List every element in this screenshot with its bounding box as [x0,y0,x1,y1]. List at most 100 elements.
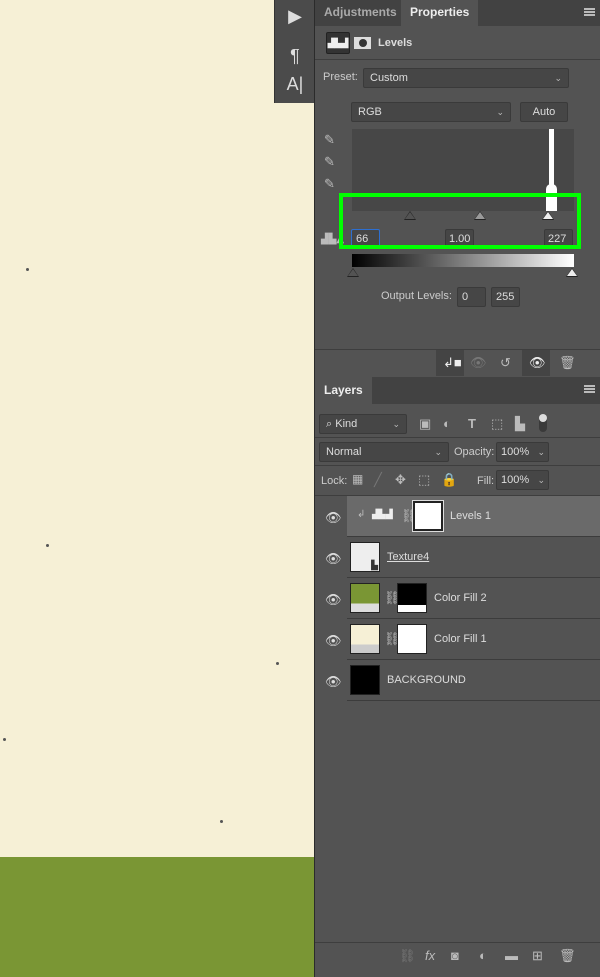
layer-name[interactable]: Levels 1 [450,510,491,522]
chevron-down-icon: ⌄ [434,447,442,457]
new-adjustment-icon[interactable]: ◐ [479,948,487,963]
opacity-field[interactable]: 100% ⌄ [496,442,549,462]
output-black-field[interactable]: 0 [457,287,486,307]
layer-thumbnail [350,624,380,654]
blend-mode-value: Normal [326,446,362,458]
levels-icon[interactable]: ▟▙▟ [326,32,350,54]
layer-thumbnail [350,583,380,613]
layer-mask-thumbnail[interactable] [397,583,427,613]
tab-properties[interactable]: Properties [401,0,479,26]
chevron-down-icon: ⌄ [554,73,562,83]
opacity-label: Opacity: [454,446,495,458]
smart-object-filter-icon[interactable]: ▙ [515,416,525,432]
shape-filter-icon[interactable]: ⬚ [491,416,503,432]
layer-row-color-fill-2[interactable]: ⛓ Color Fill 2 [347,578,600,619]
lock-all-icon[interactable]: 🔒 [441,472,457,488]
black-eyedropper-icon[interactable]: ✎ [324,132,335,148]
layer-mask-thumbnail[interactable] [397,624,427,654]
layers-tabbar: Layers [315,377,600,404]
filter-value: Kind [335,418,358,430]
levels-icon: ▟▙▟ [372,509,393,519]
layer-thumbnail: ▙ [350,542,380,572]
chevron-down-icon: ⌄ [496,107,504,117]
layer-row-levels-1[interactable]: ↲ ▟▙▟ ⛓ Levels 1 [347,496,600,537]
output-levels-label: Output Levels: [381,290,452,302]
channel-dropdown[interactable]: RGB ⌄ [351,102,511,122]
layer-visibility-eye-icon[interactable]: 👁 [325,551,342,567]
auto-button[interactable]: Auto [520,102,568,122]
clip-arrow-icon: ↲ [357,509,366,520]
gray-eyedropper-icon[interactable]: ✎ [324,154,335,170]
lock-transparency-icon[interactable]: ▦ [352,472,363,486]
chevron-down-icon[interactable]: ⌄ [537,471,545,489]
link-layers-icon[interactable]: ⛓ [399,948,416,964]
panel-menu-icon[interactable] [584,8,595,16]
search-icon: ⌕ [326,418,333,430]
layer-row-color-fill-1[interactable]: ⛓ Color Fill 1 [347,619,600,660]
play-icon[interactable]: ▶ [275,6,315,27]
new-layer-icon[interactable]: ⊞ [532,948,543,964]
lock-pixels-icon[interactable]: ╱ [374,472,382,488]
fill-label: Fill: [477,475,495,487]
new-group-icon[interactable]: ▬ [505,948,518,963]
document-canvas[interactable] [0,0,314,977]
output-white-slider[interactable] [566,268,578,277]
eye-icon: 👁 [529,355,546,370]
lock-artboard-icon[interactable]: ⬚ [418,472,430,488]
layer-visibility-eye-icon[interactable]: 👁 [325,510,342,526]
properties-tabbar: Adjustments Properties [315,0,600,26]
image-filter-icon[interactable]: ▣ [419,416,431,432]
tab-adjustments[interactable]: Adjustments [315,0,406,26]
filter-toggle[interactable] [539,414,547,432]
white-eyedropper-icon[interactable]: ✎ [324,176,335,192]
adjustment-title: Levels [378,37,413,49]
blend-mode-dropdown[interactable]: Normal ⌄ [319,442,449,462]
lock-label: Lock: [321,475,348,487]
layer-visibility-eye-icon[interactable]: 👁 [325,592,342,608]
layer-row-texture4[interactable]: ▙ Texture4 [347,537,600,578]
layer-thumbnail [350,665,380,695]
paragraph-icon[interactable]: ¶ [275,46,315,67]
preset-dropdown[interactable]: Custom ⌄ [363,68,569,88]
layer-name[interactable]: BACKGROUND [387,674,466,686]
fill-value: 100% [501,474,530,486]
toggle-visibility-button[interactable]: 👁 [522,350,550,376]
chevron-down-icon[interactable]: ⌄ [537,443,545,461]
clip-icon: ↲■ [443,355,462,370]
panel-menu-icon[interactable] [584,385,595,393]
mask-icon[interactable] [354,37,371,49]
output-gradient [352,254,574,267]
layer-name[interactable]: Color Fill 1 [434,633,487,645]
add-mask-icon[interactable]: ◙ [451,948,459,963]
smart-object-icon: ▙ [371,560,378,570]
layer-name[interactable]: Color Fill 2 [434,592,487,604]
layer-row-background[interactable]: BACKGROUND [347,660,600,701]
highlight-annotation-box [339,193,581,249]
clip-to-layer-button[interactable]: ↲■ [436,350,464,376]
right-panel: Adjustments Properties ▟▙▟ Levels Preset… [314,0,600,977]
fill-field[interactable]: 100% ⌄ [496,470,549,490]
channel-value: RGB [358,106,382,118]
trash-icon[interactable]: 🗑 [559,355,576,371]
filter-kind-dropdown[interactable]: ⌕ Kind ⌄ [319,414,407,434]
trash-icon[interactable]: 🗑 [559,948,576,964]
layer-visibility-eye-icon[interactable]: 👁 [325,633,342,649]
reset-icon[interactable]: ↺ [500,355,511,371]
chevron-down-icon: ⌄ [392,419,400,429]
preset-label: Preset: [323,71,358,83]
side-toolbar: ▶ ¶ A| [274,0,314,103]
view-previous-icon[interactable]: 👁 [470,355,487,371]
layer-name[interactable]: Texture4 [387,551,429,563]
fx-icon[interactable]: fx [425,948,435,963]
character-icon[interactable]: A| [275,74,315,95]
preset-value: Custom [370,72,408,84]
output-white-field[interactable]: 255 [491,287,520,307]
tab-layers[interactable]: Layers [315,377,372,404]
layer-visibility-eye-icon[interactable]: 👁 [325,674,342,690]
adjustment-filter-icon[interactable]: ◐ [443,416,451,431]
layer-mask-thumbnail[interactable] [412,500,444,532]
lock-position-icon[interactable]: ✥ [395,472,406,488]
output-black-slider[interactable] [347,268,359,277]
type-filter-icon[interactable]: T [468,416,476,431]
green-fill-area [0,857,314,977]
